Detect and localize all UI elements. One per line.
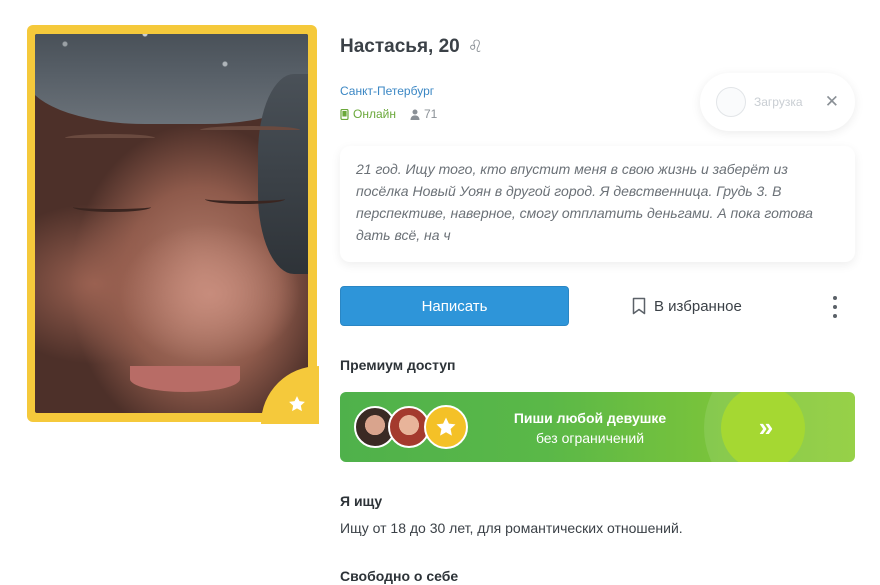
- dot-icon: [833, 296, 837, 300]
- about-card: 21 год. Ищу того, кто впустит меня в сво…: [340, 146, 855, 262]
- profile-name: Настасья, 20: [340, 36, 460, 57]
- name-row: Настасья, 20 ♌: [340, 36, 483, 58]
- phone-icon: [340, 108, 349, 120]
- favorites-label: В избранное: [654, 297, 742, 315]
- dot-icon: [833, 305, 837, 309]
- profile-page: Настасья, 20 ♌ Санкт-Петербург Онлайн 71…: [0, 0, 880, 585]
- tooltip-circle: [716, 87, 746, 117]
- status-row: Онлайн 71: [340, 107, 437, 121]
- banner-text: Пиши любой девушке без ограничений: [500, 408, 680, 448]
- seeking-section-title: Я ищу: [340, 493, 383, 509]
- more-options-button[interactable]: [826, 296, 844, 318]
- views-count: 71: [410, 107, 437, 121]
- photo-eye-right: [205, 194, 285, 204]
- loading-tooltip: Загрузка ✕: [700, 73, 855, 131]
- photo-eye-left: [73, 202, 151, 212]
- photo-brow-left: [65, 134, 155, 142]
- profile-photo-frame[interactable]: [27, 25, 319, 424]
- photo-hat-side: [258, 74, 308, 274]
- close-icon[interactable]: ✕: [825, 92, 839, 112]
- banner-title: Пиши любой девушке: [513, 410, 667, 426]
- premium-banner[interactable]: Пиши любой девушке без ограничений »: [340, 392, 855, 462]
- banner-subtitle: без ограничений: [535, 430, 645, 446]
- free-about-section-title: Свободно о себе: [340, 568, 459, 584]
- person-icon: [410, 109, 420, 120]
- star-icon: [436, 417, 456, 436]
- views-value: 71: [423, 107, 438, 121]
- tooltip-text: Загрузка: [754, 95, 803, 109]
- dot-icon: [833, 314, 837, 318]
- online-status: Онлайн: [340, 107, 396, 121]
- bookmark-icon: [632, 297, 646, 315]
- online-label: Онлайн: [353, 107, 396, 121]
- seeking-text: Ищу от 18 до 30 лет, для романтических о…: [340, 520, 683, 536]
- double-chevron-right-icon[interactable]: »: [748, 412, 778, 442]
- photo-brow-right: [200, 126, 300, 134]
- star-icon: [289, 396, 305, 412]
- premium-section-title: Премиум доступ: [340, 357, 456, 373]
- zodiac-icon: ♌: [467, 37, 484, 56]
- write-message-button[interactable]: Написать: [340, 286, 569, 326]
- photo-mouth: [130, 366, 240, 392]
- premium-star-icon: [424, 405, 468, 449]
- add-to-favorites-button[interactable]: В избранное: [632, 292, 742, 320]
- city-link[interactable]: Санкт-Петербург: [340, 84, 434, 98]
- about-text: 21 год. Ищу того, кто впустит меня в сво…: [356, 161, 813, 243]
- profile-photo[interactable]: [35, 34, 308, 413]
